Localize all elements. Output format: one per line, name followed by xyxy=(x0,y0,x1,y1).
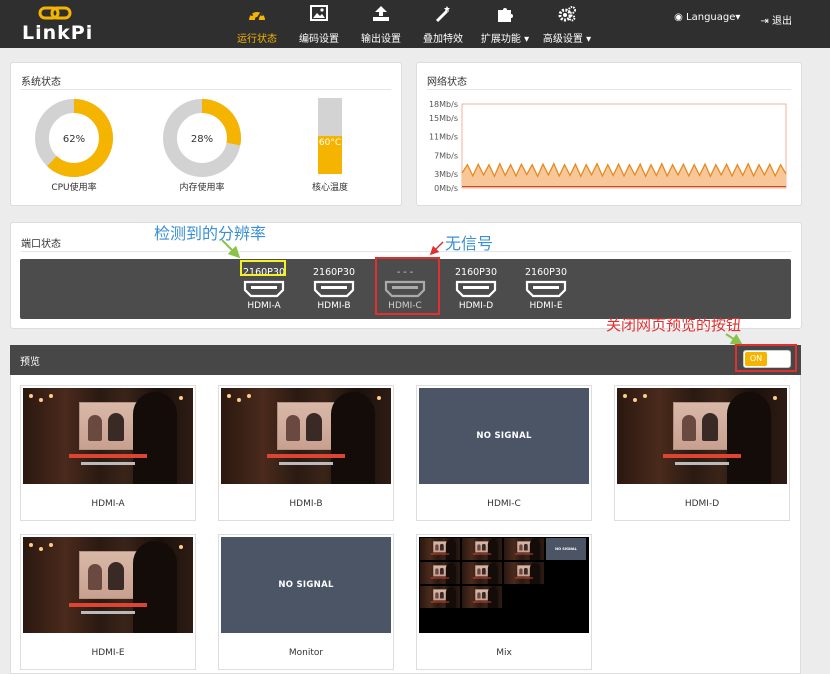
memory-donut: 28% xyxy=(163,99,241,177)
preview-tile-hdmi-a[interactable]: HDMI-A xyxy=(20,385,196,521)
divider xyxy=(427,89,791,90)
main-nav: 运行状态 编码设置 输出设置 叠加特效 扩展功能 ▾ 高级设置 ▾ xyxy=(226,0,598,48)
preview-tile-hdmi-c[interactable]: NO SIGNAL HDMI-C xyxy=(416,385,592,521)
top-right-links: ◉ Language▾ ⇥ 退出 xyxy=(674,12,792,27)
hdmi-icon xyxy=(525,280,567,298)
nav-item-extensions[interactable]: 扩展功能 ▾ xyxy=(474,0,536,48)
network-chart: 18Mb/s 15Mb/s 11Mb/s 7Mb/s 3Mb/s 0Mb/s xyxy=(429,100,787,193)
y-tick-label: 7Mb/s xyxy=(434,151,458,160)
annotation-close-preview: 关闭网页预览的按钮 xyxy=(606,316,742,334)
preview-tile-mix[interactable]: NO SIGNAL Mix xyxy=(416,534,592,670)
port-name: HDMI-A xyxy=(247,301,281,311)
y-tick-label: 3Mb/s xyxy=(434,170,458,179)
resolution-highlight xyxy=(240,260,286,276)
no-signal-thumbnail: NO SIGNAL xyxy=(419,388,589,484)
y-tick-label: 11Mb/s xyxy=(429,133,458,142)
y-tick-label: 15Mb/s xyxy=(429,114,458,123)
annotation-resolution: 检测到的分辨率 xyxy=(154,224,267,243)
nav-item-status[interactable]: 运行状态 xyxy=(226,0,288,48)
video-thumbnail xyxy=(23,537,193,633)
logout-icon: ⇥ xyxy=(760,16,769,27)
link-logo-icon xyxy=(38,6,72,20)
temperature-fill: 60°C xyxy=(318,136,342,174)
puzzle-icon xyxy=(498,8,513,22)
tile-caption: Mix xyxy=(496,648,512,658)
hdmi-icon xyxy=(313,280,355,298)
no-signal-text: NO SIGNAL xyxy=(221,537,391,633)
tile-caption: HDMI-A xyxy=(91,499,125,509)
port-hdmi-d[interactable]: 2160P30 HDMI-D xyxy=(449,261,503,317)
nav-label: 输出设置 xyxy=(361,34,401,45)
port-hdmi-e[interactable]: 2160P30 HDMI-E xyxy=(519,261,573,317)
language-dropdown[interactable]: ◉ Language▾ xyxy=(674,12,740,27)
no-signal-thumbnail: NO SIGNAL xyxy=(221,537,391,633)
mini-no-signal: NO SIGNAL xyxy=(546,538,586,560)
temperature-caption: 核心温度 xyxy=(311,183,348,193)
preview-header: 预览 xyxy=(10,345,801,375)
tile-caption: HDMI-B xyxy=(289,499,323,509)
tile-caption: Monitor xyxy=(288,648,324,658)
annotation-no-signal: 无信号 xyxy=(445,234,494,253)
nav-item-advanced[interactable]: 高级设置 ▾ xyxy=(536,0,598,48)
video-thumbnail xyxy=(221,388,391,484)
cpu-caption: CPU使用率 xyxy=(51,183,97,193)
tile-caption: HDMI-D xyxy=(684,499,720,509)
nav-label: 编码设置 xyxy=(299,34,339,45)
divider xyxy=(21,89,391,90)
preview-tile-hdmi-d[interactable]: HDMI-D xyxy=(614,385,790,521)
nav-item-output[interactable]: 输出设置 xyxy=(350,0,412,48)
card-title: 端口状态 xyxy=(21,239,61,250)
preview-tile-hdmi-b[interactable]: HDMI-B xyxy=(218,385,394,521)
hdmi-icon xyxy=(455,280,497,298)
cpu-donut: 62% xyxy=(35,99,113,177)
no-signal-text: NO SIGNAL xyxy=(419,388,589,484)
preview-title: 预览 xyxy=(20,357,40,368)
port-resolution: 2160P30 xyxy=(525,267,567,278)
memory-value: 28% xyxy=(191,134,213,145)
y-tick-label: 18Mb/s xyxy=(429,100,458,109)
card-title: 网络状态 xyxy=(427,77,467,88)
tile-caption: HDMI-C xyxy=(487,499,521,509)
port-resolution: 2160P30 xyxy=(455,267,497,278)
y-tick-label: 0Mb/s xyxy=(434,184,458,193)
top-navbar: LinkPi 运行状态 编码设置 输出设置 叠加特效 扩展功能 ▾ 高级设置 ▾… xyxy=(0,0,830,48)
logout-link[interactable]: ⇥ 退出 xyxy=(760,12,792,27)
nav-label: 叠加特效 xyxy=(423,34,463,45)
port-name: HDMI-D xyxy=(458,301,494,311)
logo[interactable]: LinkPi xyxy=(14,2,94,46)
toggle-highlight xyxy=(735,344,797,372)
globe-icon: ◉ xyxy=(674,12,683,23)
port-hdmi-b[interactable]: 2160P30 HDMI-B xyxy=(307,261,361,317)
no-signal-highlight xyxy=(375,257,440,315)
nav-label: 高级设置 ▾ xyxy=(542,34,592,45)
card-title: 系统状态 xyxy=(21,77,61,88)
port-resolution: 2160P30 xyxy=(313,267,355,278)
cpu-value: 62% xyxy=(63,134,85,145)
memory-caption: 内存使用率 xyxy=(179,183,225,193)
dashboard-icon xyxy=(249,10,265,21)
upload-icon xyxy=(373,6,389,21)
image-icon xyxy=(310,5,328,21)
nav-label: 运行状态 xyxy=(237,34,277,45)
preview-tile-monitor[interactable]: NO SIGNAL Monitor xyxy=(218,534,394,670)
divider xyxy=(21,251,791,252)
mix-thumbnail: NO SIGNAL xyxy=(419,537,589,633)
tile-caption: HDMI-E xyxy=(91,648,125,658)
video-thumbnail xyxy=(617,388,787,484)
nav-item-overlay[interactable]: 叠加特效 xyxy=(412,0,474,48)
logo-text: LinkPi xyxy=(22,22,94,44)
magic-wand-icon xyxy=(435,6,450,23)
nav-label: 扩展功能 ▾ xyxy=(480,34,530,45)
port-name: HDMI-E xyxy=(529,301,563,311)
nav-item-encoding[interactable]: 编码设置 xyxy=(288,0,350,48)
temperature-bar: 60°C xyxy=(318,98,342,174)
gears-icon xyxy=(558,6,576,22)
preview-tile-hdmi-e[interactable]: HDMI-E xyxy=(20,534,196,670)
video-thumbnail xyxy=(23,388,193,484)
hdmi-icon xyxy=(243,280,285,298)
port-name: HDMI-B xyxy=(317,301,351,311)
